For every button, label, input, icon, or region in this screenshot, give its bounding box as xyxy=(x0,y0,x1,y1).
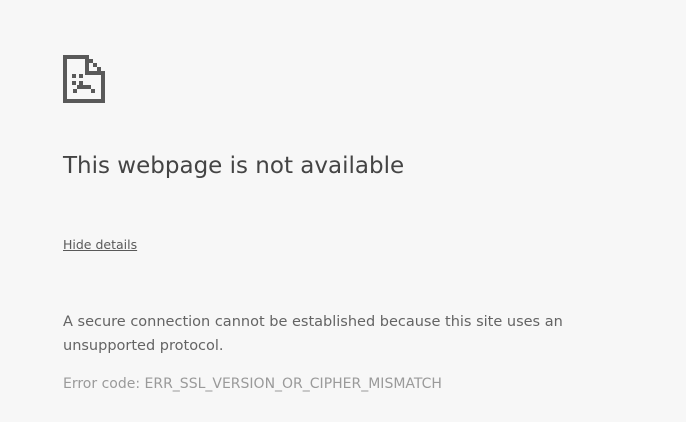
error-details-message: A secure connection cannot be establishe… xyxy=(63,314,563,354)
page-title: This webpage is not available xyxy=(63,153,405,179)
sad-page-icon xyxy=(63,55,105,103)
error-code: Error code: ERR_SSL_VERSION_OR_CIPHER_MI… xyxy=(63,376,442,392)
hide-details-link[interactable]: Hide details xyxy=(63,237,137,253)
error-page: This webpage is not available Hide detai… xyxy=(63,0,663,422)
